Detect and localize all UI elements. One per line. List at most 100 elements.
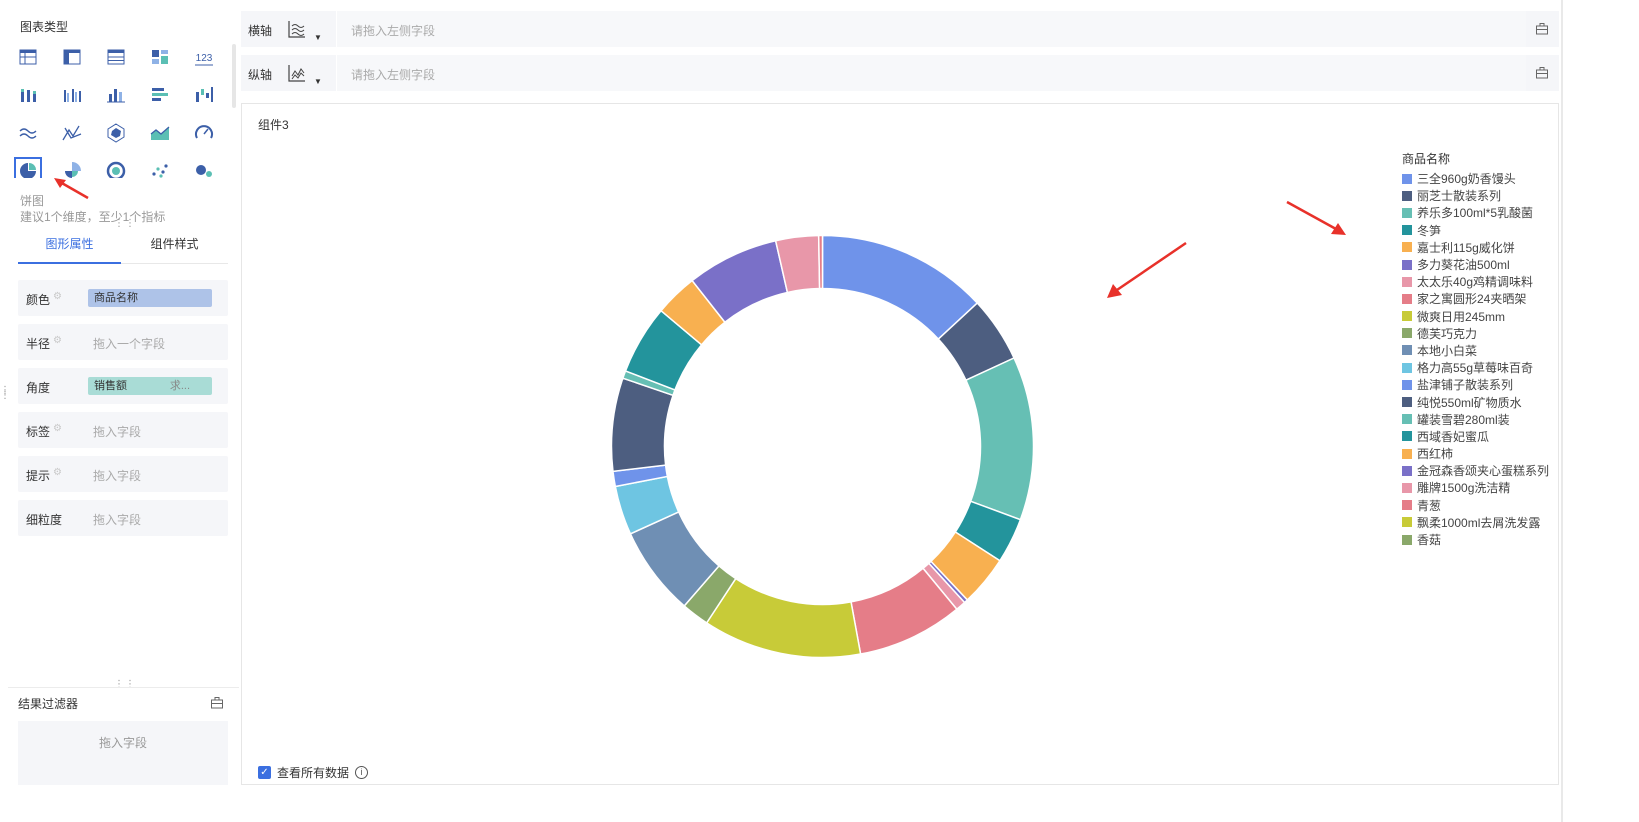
legend-item[interactable]: 格力高55g草莓味百奇 — [1402, 359, 1562, 376]
toolbox-icon[interactable] — [210, 696, 224, 710]
donut-chart[interactable] — [610, 234, 1035, 659]
waterfall-chart-icon[interactable] — [190, 81, 218, 109]
view-all-checkbox[interactable]: ✓ — [258, 766, 271, 779]
legend-label: 冬笋 — [1417, 223, 1442, 238]
left-edge-handle[interactable]: ⋮ ⋮ — [0, 386, 10, 401]
bubble-chart-icon[interactable] — [190, 157, 218, 178]
line-chart-icon[interactable] — [14, 119, 42, 147]
detail-table-icon[interactable] — [102, 43, 130, 71]
legend-item[interactable]: 家之寓圆形24夹晒架 — [1402, 290, 1562, 307]
legend-label: 格力高55g草莓味百奇 — [1417, 361, 1534, 376]
x-axis-type-icon[interactable] — [286, 18, 308, 40]
column-chart-icon[interactable] — [102, 81, 130, 109]
result-filter-drop-zone[interactable]: 拖入字段 — [18, 721, 228, 785]
gauge-chart-icon[interactable] — [190, 119, 218, 147]
x-axis-label: 横轴 — [248, 24, 273, 38]
legend-label: 罐装雪碧280ml装 — [1417, 412, 1510, 427]
view-all-data-control[interactable]: ✓ 查看所有数据 i — [258, 764, 369, 781]
legend-item[interactable]: 丽芝士散装系列 — [1402, 187, 1562, 204]
legend-title: 商品名称 — [1402, 152, 1451, 166]
legend-item[interactable]: 雕牌1500g洗洁精 — [1402, 479, 1562, 496]
gear-icon[interactable]: ⚙ — [53, 424, 63, 434]
legend-label: 丽芝士散装系列 — [1417, 189, 1502, 204]
legend-item[interactable]: 罐装雪碧280ml装 — [1402, 411, 1562, 428]
panel-resize-handle[interactable]: ⋮⋮ — [114, 219, 136, 229]
chevron-down-icon[interactable]: ▼ — [314, 77, 322, 86]
x-axis-drop-zone[interactable]: 请拖入左侧字段 — [336, 11, 1526, 47]
sunburst-chart-icon[interactable] — [102, 157, 130, 178]
legend-label: 本地小白菜 — [1417, 343, 1478, 358]
tooltip-field-row[interactable]: 提示 ⚙ 拖入字段 — [18, 456, 228, 492]
legend-label: 三全960g奶香馒头 — [1417, 172, 1516, 187]
radius-field-row[interactable]: 半径 ⚙ 拖入一个字段 — [18, 324, 228, 360]
y-axis-drop-zone[interactable]: 请拖入左侧字段 — [336, 55, 1526, 91]
gear-icon[interactable]: ⚙ — [53, 336, 63, 346]
legend-item[interactable]: 多力葵花油500ml — [1402, 256, 1562, 273]
legend-item[interactable]: 青葱 — [1402, 497, 1562, 514]
stacked-bar-icon[interactable] — [14, 81, 42, 109]
donut-slice[interactable] — [964, 357, 1035, 521]
legend-item[interactable]: 嘉士利115g威化饼 — [1402, 239, 1562, 256]
legend-swatch — [1402, 242, 1412, 253]
tab-component-style[interactable]: 组件样式 — [123, 228, 226, 264]
table-icon[interactable] — [14, 43, 42, 71]
grouped-bar-icon[interactable] — [58, 81, 86, 109]
legend-item[interactable]: 西红柿 — [1402, 445, 1562, 462]
y-axis-type-icon[interactable] — [286, 62, 308, 84]
tab-shape-properties[interactable]: 图形属性 — [18, 228, 121, 264]
donut-slice[interactable] — [817, 234, 824, 290]
chevron-down-icon[interactable]: ▼ — [314, 33, 322, 42]
component-title[interactable]: 组件3 — [258, 116, 289, 133]
gear-icon[interactable]: ⚙ — [53, 292, 63, 302]
angle-field-pill[interactable]: 销售额 求... — [88, 377, 212, 395]
y-axis-placeholder: 请拖入左侧字段 — [351, 68, 436, 82]
toolbox-icon[interactable] — [1535, 66, 1549, 80]
multi-line-chart-icon[interactable] — [58, 119, 86, 147]
legend-item[interactable]: 纯悦550ml矿物质水 — [1402, 393, 1562, 410]
chart-type-title: 图表类型 — [20, 20, 69, 34]
granularity-field-row[interactable]: 细粒度 拖入字段 — [18, 500, 228, 536]
color-field-pill[interactable]: 商品名称 — [88, 289, 212, 307]
left-config-panel: 图表类型 123 饼图 建议1个维度，至少1个指标 ⋮⋮ 图形属性 组件样式 颜… — [4, 0, 239, 822]
kpi-board-icon[interactable] — [146, 43, 174, 71]
label-field-placeholder: 拖入字段 — [93, 425, 142, 439]
info-icon[interactable]: i — [355, 766, 369, 779]
legend-item[interactable]: 盐津铺子散装系列 — [1402, 376, 1562, 393]
cross-table-icon[interactable] — [58, 43, 86, 71]
number-card-icon[interactable]: 123 — [190, 43, 218, 71]
donut-slice[interactable] — [705, 577, 862, 659]
legend-item[interactable]: 金冠森香颂夹心蛋糕系列 — [1402, 462, 1562, 479]
legend-swatch — [1402, 225, 1412, 236]
area-chart-icon[interactable] — [146, 119, 174, 147]
legend-item[interactable]: 微爽日用245mm — [1402, 308, 1562, 325]
legend-item[interactable]: 太太乐40g鸡精调味料 — [1402, 273, 1562, 290]
legend-swatch — [1402, 431, 1412, 442]
chart-type-scrollbar[interactable] — [232, 44, 236, 108]
scatter-chart-icon[interactable] — [146, 157, 174, 178]
pie-chart-icon[interactable] — [14, 157, 42, 178]
granularity-field-placeholder: 拖入字段 — [93, 513, 142, 527]
legend-item[interactable]: 西域香妃蜜瓜 — [1402, 428, 1562, 445]
horizontal-bar-icon[interactable] — [146, 81, 174, 109]
divider — [8, 687, 239, 688]
toolbox-icon[interactable] — [1535, 22, 1549, 36]
legend-item[interactable]: 养乐多100ml*5乳酸菌 — [1402, 204, 1562, 221]
page-scrollbar[interactable] — [1561, 0, 1563, 822]
legend-label: 德芙巧克力 — [1417, 326, 1478, 341]
color-field-row[interactable]: 颜色 ⚙ 商品名称 — [18, 280, 228, 316]
radar-chart-icon[interactable] — [102, 119, 130, 147]
legend-swatch — [1402, 517, 1412, 528]
legend-swatch — [1402, 259, 1412, 270]
angle-field-row[interactable]: 角度 销售额 求... — [18, 368, 228, 404]
rose-chart-icon[interactable] — [58, 157, 86, 178]
legend-item[interactable]: 本地小白菜 — [1402, 342, 1562, 359]
legend-label: 纯悦550ml矿物质水 — [1417, 395, 1522, 410]
label-field-row[interactable]: 标签 ⚙ 拖入字段 — [18, 412, 228, 448]
legend-item[interactable]: 德芙巧克力 — [1402, 325, 1562, 342]
legend-item[interactable]: 香菇 — [1402, 531, 1562, 548]
legend-item[interactable]: 飘柔1000ml去屑洗发露 — [1402, 514, 1562, 531]
aggregation-selector[interactable]: 求... — [170, 377, 190, 395]
legend-item[interactable]: 三全960g奶香馒头 — [1402, 170, 1562, 187]
legend-item[interactable]: 冬笋 — [1402, 222, 1562, 239]
gear-icon[interactable]: ⚙ — [53, 468, 63, 478]
